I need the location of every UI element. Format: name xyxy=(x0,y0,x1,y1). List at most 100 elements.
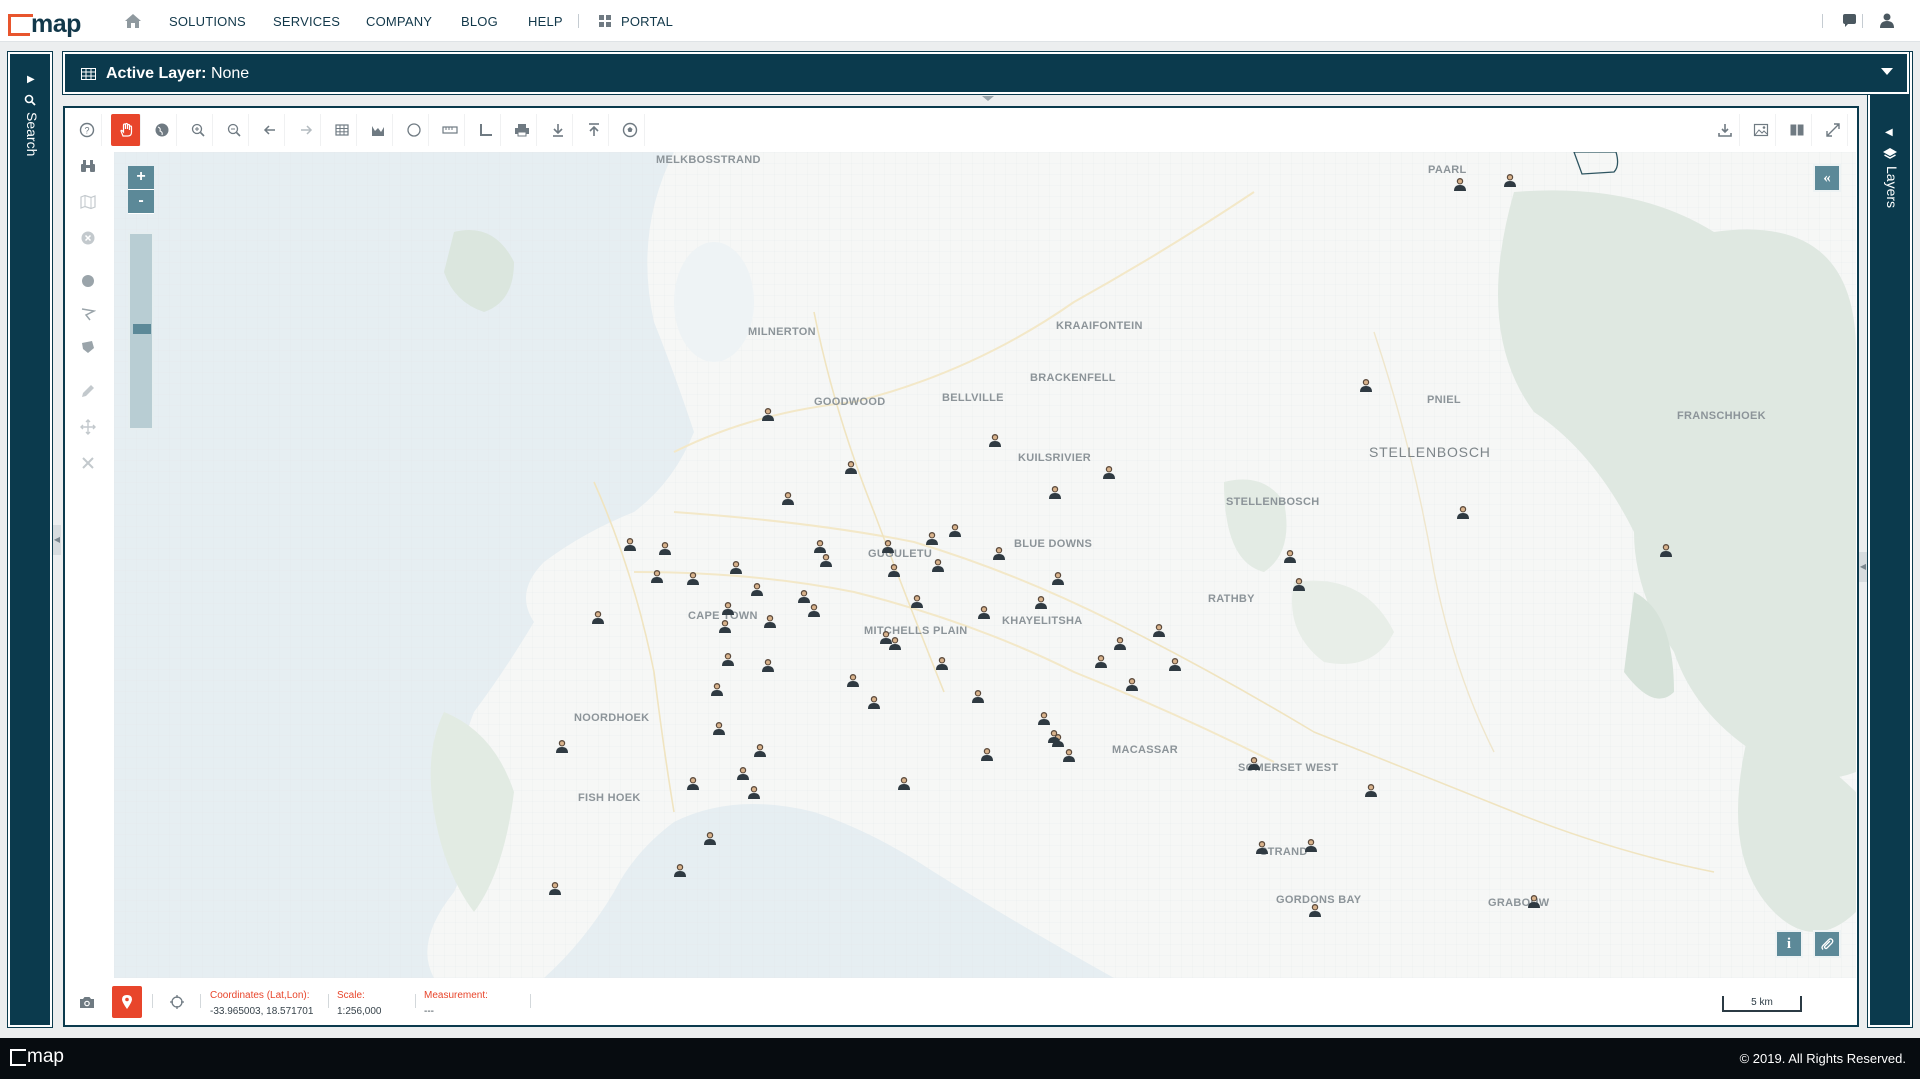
fullscreen-icon[interactable] xyxy=(1818,114,1848,146)
info-button[interactable]: i xyxy=(1775,930,1803,958)
person-marker-icon[interactable] xyxy=(988,433,1002,447)
person-marker-icon[interactable] xyxy=(761,658,775,672)
person-marker-icon[interactable] xyxy=(977,605,991,619)
move-icon[interactable] xyxy=(74,413,102,441)
person-marker-icon[interactable] xyxy=(807,603,821,617)
person-marker-icon[interactable] xyxy=(846,673,860,687)
image-icon[interactable] xyxy=(1746,114,1776,146)
person-marker-icon[interactable] xyxy=(591,610,605,624)
download-icon[interactable] xyxy=(543,114,573,146)
person-marker-icon[interactable] xyxy=(721,601,735,615)
person-marker-icon[interactable] xyxy=(1659,543,1673,557)
person-marker-icon[interactable] xyxy=(888,636,902,650)
person-marker-icon[interactable] xyxy=(992,546,1006,560)
polyline-icon[interactable] xyxy=(74,300,102,328)
circle-select-icon[interactable] xyxy=(399,114,429,146)
zoom-in-button[interactable]: + xyxy=(128,166,154,190)
person-marker-icon[interactable] xyxy=(686,571,700,585)
user-icon[interactable] xyxy=(1880,13,1894,28)
person-marker-icon[interactable] xyxy=(1359,378,1373,392)
person-marker-icon[interactable] xyxy=(935,656,949,670)
person-marker-icon[interactable] xyxy=(1034,595,1048,609)
chart-icon[interactable] xyxy=(363,114,393,146)
person-marker-icon[interactable] xyxy=(910,594,924,608)
person-marker-icon[interactable] xyxy=(1527,894,1541,908)
pan-hand-icon[interactable] xyxy=(111,114,141,146)
person-marker-icon[interactable] xyxy=(1292,577,1306,591)
person-marker-icon[interactable] xyxy=(1247,756,1261,770)
person-marker-icon[interactable] xyxy=(1048,485,1062,499)
person-marker-icon[interactable] xyxy=(1152,623,1166,637)
person-marker-icon[interactable] xyxy=(844,460,858,474)
nav-portal[interactable]: PORTAL xyxy=(621,14,673,29)
person-marker-icon[interactable] xyxy=(555,739,569,753)
person-marker-icon[interactable] xyxy=(1125,677,1139,691)
person-marker-icon[interactable] xyxy=(712,721,726,735)
layers-panel[interactable]: ◀ Layers xyxy=(1867,51,1913,1028)
zoom-in-icon[interactable] xyxy=(183,114,213,146)
layers-panel-label[interactable]: Layers xyxy=(1884,166,1900,208)
search-panel-label[interactable]: Search xyxy=(24,112,40,156)
zoom-out-button[interactable]: - xyxy=(128,190,154,214)
brand-logo[interactable]: map xyxy=(8,6,81,37)
layerbar-toggle[interactable] xyxy=(982,96,994,101)
person-marker-icon[interactable] xyxy=(729,560,743,574)
expand-caret-icon[interactable]: ▶ xyxy=(27,74,35,85)
zoom-slider[interactable] xyxy=(128,232,154,430)
person-marker-icon[interactable] xyxy=(980,747,994,761)
person-marker-icon[interactable] xyxy=(819,553,833,567)
forward-arrow-icon[interactable] xyxy=(291,114,321,146)
map-icon[interactable] xyxy=(74,188,102,216)
person-marker-icon[interactable] xyxy=(925,531,939,545)
person-marker-icon[interactable] xyxy=(797,589,811,603)
globe-icon[interactable] xyxy=(147,114,177,146)
upload-icon[interactable] xyxy=(579,114,609,146)
person-marker-icon[interactable] xyxy=(948,523,962,537)
person-marker-icon[interactable] xyxy=(686,776,700,790)
back-arrow-icon[interactable] xyxy=(255,114,285,146)
person-marker-icon[interactable] xyxy=(623,537,637,551)
person-marker-icon[interactable] xyxy=(887,563,901,577)
nav-services[interactable]: SERVICES xyxy=(273,14,340,29)
ruler-icon[interactable] xyxy=(435,114,465,146)
person-marker-icon[interactable] xyxy=(1283,549,1297,563)
export-icon[interactable] xyxy=(1710,114,1740,146)
person-marker-icon[interactable] xyxy=(1102,465,1116,479)
person-marker-icon[interactable] xyxy=(763,614,777,628)
person-marker-icon[interactable] xyxy=(718,619,732,633)
nav-solutions[interactable]: SOLUTIONS xyxy=(169,14,246,29)
person-marker-icon[interactable] xyxy=(1094,654,1108,668)
person-marker-icon[interactable] xyxy=(736,766,750,780)
person-marker-icon[interactable] xyxy=(721,652,735,666)
soccer-ball-icon[interactable] xyxy=(615,114,645,146)
person-marker-icon[interactable] xyxy=(1047,729,1061,743)
person-marker-icon[interactable] xyxy=(1168,657,1182,671)
crosshair-icon[interactable] xyxy=(162,986,192,1018)
right-collapse-tab[interactable]: ◀ xyxy=(1859,552,1867,582)
person-marker-icon[interactable] xyxy=(1456,505,1470,519)
nav-help[interactable]: HELP xyxy=(528,14,563,29)
left-collapse-tab[interactable]: ◀ xyxy=(53,525,61,555)
location-pin-icon[interactable] xyxy=(112,986,142,1018)
person-marker-icon[interactable] xyxy=(750,582,764,596)
person-marker-icon[interactable] xyxy=(1051,571,1065,585)
split-view-icon[interactable] xyxy=(1782,114,1812,146)
search-panel[interactable]: ▶ Search xyxy=(7,51,53,1028)
camera-icon[interactable] xyxy=(72,986,102,1018)
person-marker-icon[interactable] xyxy=(747,785,761,799)
table-icon[interactable] xyxy=(327,114,357,146)
person-marker-icon[interactable] xyxy=(658,541,672,555)
person-marker-icon[interactable] xyxy=(761,407,775,421)
zoom-slider-thumb[interactable] xyxy=(133,324,151,334)
delete-icon[interactable] xyxy=(74,449,102,477)
person-marker-icon[interactable] xyxy=(1113,636,1127,650)
help-icon[interactable]: ? xyxy=(72,114,102,146)
person-marker-icon[interactable] xyxy=(781,491,795,505)
person-marker-icon[interactable] xyxy=(881,539,895,553)
nav-blog[interactable]: BLOG xyxy=(461,14,498,29)
person-marker-icon[interactable] xyxy=(673,863,687,877)
person-marker-icon[interactable] xyxy=(1503,173,1517,187)
person-marker-icon[interactable] xyxy=(753,743,767,757)
collapse-caret-icon[interactable]: ◀ xyxy=(1885,127,1893,138)
zoom-out-icon[interactable] xyxy=(219,114,249,146)
